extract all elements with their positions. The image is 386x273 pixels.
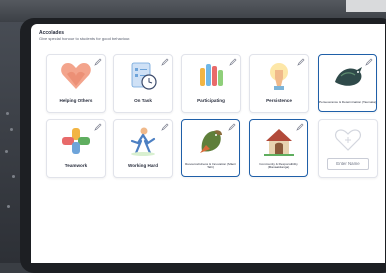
accolade-card-on-task[interactable]: On Task (113, 54, 173, 113)
decor-dot (10, 128, 13, 131)
decor-dot (5, 150, 8, 153)
card-label: Teamwork (64, 163, 88, 168)
accolade-card-helping-others[interactable]: Helping Others (46, 54, 106, 113)
edit-pencil-icon[interactable] (297, 58, 305, 66)
card-label: Perseverance & Determination (Taumata) (319, 100, 376, 105)
decor-dot (12, 175, 15, 178)
heart-outline-icon (335, 129, 361, 151)
edit-pencil-icon[interactable] (365, 58, 373, 66)
page-subtitle: Give special honour to students for good… (39, 36, 131, 41)
edit-pencil-icon[interactable] (161, 123, 169, 131)
accolade-card-persistence[interactable]: Persistence (249, 54, 309, 113)
card-label: Participating (197, 98, 225, 103)
accolade-card-participating[interactable]: Participating (181, 54, 241, 113)
joined-hands-icon (62, 128, 90, 154)
accolade-card-teamwork[interactable]: Teamwork (46, 119, 106, 178)
card-label: Working Hard (127, 163, 159, 168)
edit-pencil-icon[interactable] (94, 58, 102, 66)
edit-pencil-icon[interactable] (228, 123, 236, 131)
card-label: Community & Responsibility (Manaakitanga… (259, 161, 298, 170)
accolade-card-working-hard[interactable]: Working Hard (113, 119, 173, 178)
enter-name-input[interactable]: Enter Name (327, 158, 369, 170)
accolade-card-perseverance[interactable]: Perseverance & Determination (Taumata) (318, 54, 377, 112)
accolade-card-community[interactable]: Community & Responsibility (Manaakitanga… (249, 119, 308, 177)
decor-dot (6, 112, 9, 115)
edit-pencil-icon[interactable] (161, 58, 169, 66)
new-accolade-card[interactable]: Enter Name (318, 119, 378, 178)
raised-fist-sun-icon (270, 63, 288, 90)
page-header: Accolades Give special honour to student… (39, 30, 130, 42)
edit-pencil-icon[interactable] (94, 123, 102, 131)
card-label: Resourcefulness & Innovation (Māori Tahi… (185, 161, 236, 170)
card-label: Persistence (266, 98, 292, 103)
edit-pencil-icon[interactable] (296, 123, 304, 131)
decor-dot (7, 205, 10, 208)
marae-house-icon (263, 129, 294, 156)
top-accent-bar (346, 0, 386, 12)
helping-hands-heart-icon (61, 63, 91, 89)
app-screen: Accolades Give special honour to student… (31, 24, 385, 263)
edit-pencil-icon[interactable] (229, 58, 237, 66)
checklist-clock-icon (131, 62, 157, 90)
kea-parrot-icon (199, 130, 222, 153)
tui-bird-icon (334, 67, 362, 86)
card-label: Helping Others (59, 98, 93, 103)
accolade-card-resourcefulness[interactable]: Resourcefulness & Innovation (Māori Tahi… (181, 119, 240, 177)
raised-hands-icon (200, 64, 223, 86)
card-label: On Task (134, 98, 152, 103)
running-person-icon (130, 127, 156, 156)
